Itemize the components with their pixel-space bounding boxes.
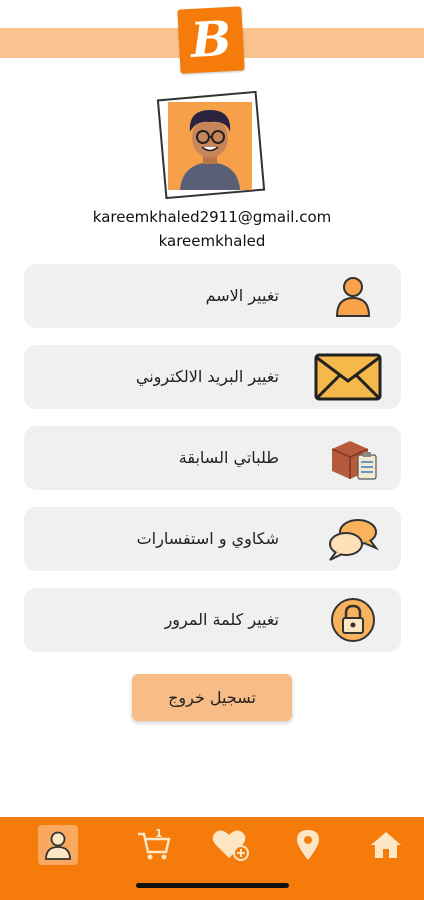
nav-profile-button[interactable] (38, 825, 78, 865)
nav-cart-button[interactable]: 1 (134, 825, 174, 865)
envelope-icon (313, 351, 383, 403)
menu-item-label: تغيير كلمة المرور (164, 610, 279, 629)
user-icon (325, 270, 381, 322)
menu-item-label: طلباتي السابقة (178, 448, 279, 467)
menu-item-complaints[interactable]: شكاوي و استفسارات (24, 507, 401, 571)
menu-item-label: تغيير البريد الالكتروني (135, 367, 279, 386)
menu-item-previous-orders[interactable]: طلباتي السابقة (24, 426, 401, 490)
profile-icon (45, 831, 71, 860)
logout-button[interactable]: تسجيل خروج (132, 674, 292, 721)
menu-item-change-name[interactable]: تغيير الاسم (24, 264, 401, 328)
cart-icon: 1 (138, 828, 171, 860)
avatar-illustration-icon (168, 102, 252, 190)
avatar (168, 102, 252, 190)
location-pin-icon (297, 830, 319, 860)
favorites-heart-icon (212, 830, 249, 861)
profile-username: kareemkhaled (158, 232, 266, 250)
profile-email: kareemkhaled2911@gmail.com (92, 208, 332, 226)
menu-item-change-password[interactable]: تغيير كلمة المرور (24, 588, 401, 652)
chat-bubbles-icon (325, 513, 381, 565)
home-indicator (136, 883, 289, 888)
app-logo: B (177, 6, 245, 74)
menu-item-change-email[interactable]: تغيير البريد الالكتروني (24, 345, 401, 409)
nav-home-button[interactable] (366, 825, 406, 865)
nav-favorites-button[interactable] (211, 825, 251, 865)
cart-badge: 1 (155, 828, 163, 840)
home-icon (371, 832, 401, 858)
nav-location-button[interactable] (288, 825, 328, 865)
logo-letter-icon: B (189, 10, 233, 70)
lock-icon (325, 594, 381, 646)
menu-item-label: شكاوي و استفسارات (136, 529, 279, 548)
orders-box-icon (325, 432, 381, 484)
menu-item-label: تغيير الاسم (205, 286, 279, 305)
